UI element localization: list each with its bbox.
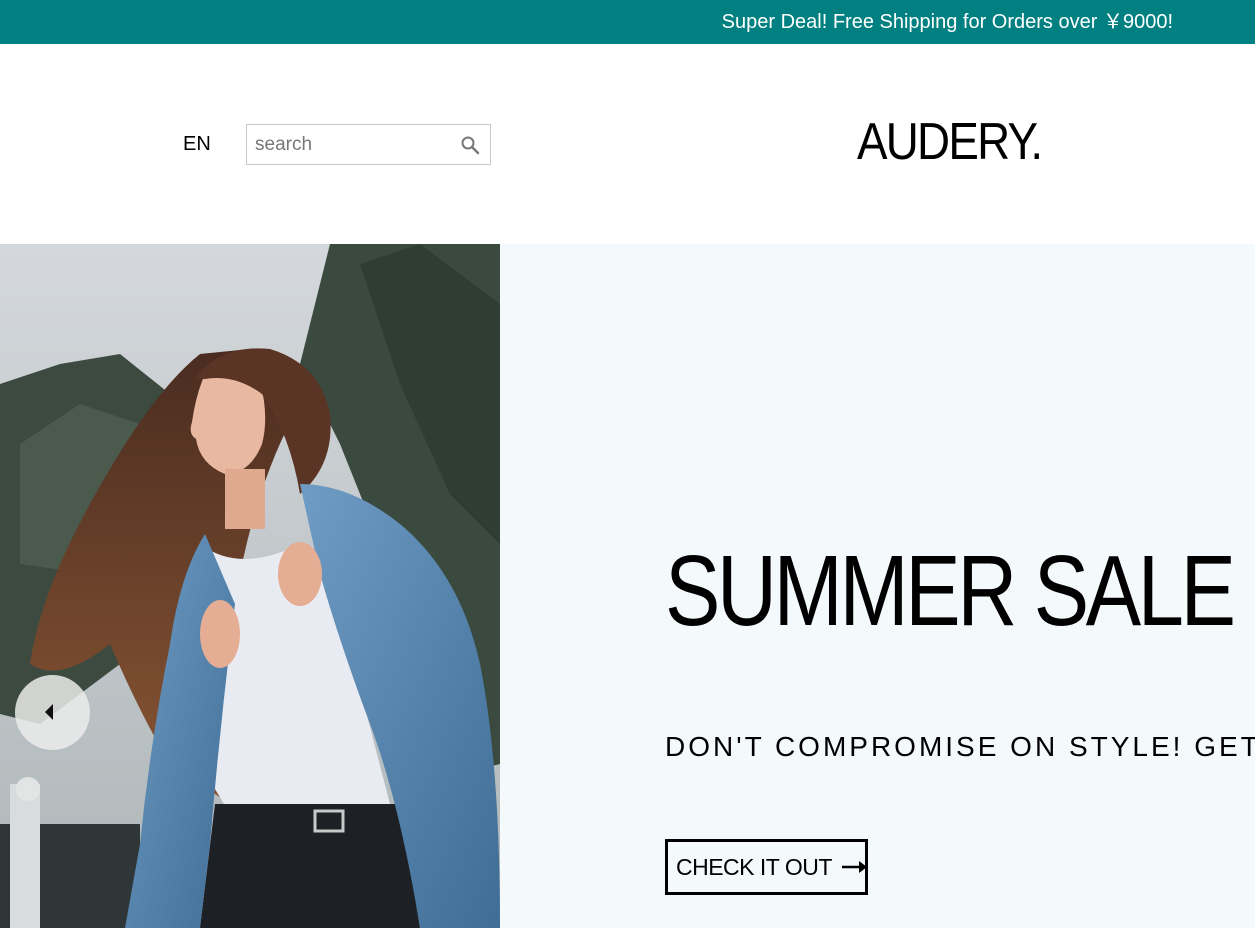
language-selector[interactable]: EN bbox=[183, 132, 211, 156]
check-it-out-button[interactable]: CHECK IT OUT bbox=[665, 839, 868, 895]
brand-logo[interactable]: AUDERY. bbox=[857, 112, 1043, 172]
check-it-out-label: CHECK IT OUT bbox=[676, 854, 832, 880]
announcement-bar: Super Deal! Free Shipping for Orders ove… bbox=[0, 0, 1255, 44]
site-header: EN AUDERY. bbox=[0, 44, 1255, 244]
hero-slider: SUMMER SALE DON'T COMPROMISE ON STYLE! G… bbox=[0, 244, 1255, 928]
announcement-text: Super Deal! Free Shipping for Orders ove… bbox=[721, 11, 1173, 33]
search-box bbox=[246, 124, 491, 165]
arrow-left-icon[interactable] bbox=[15, 675, 90, 750]
hero-image bbox=[0, 244, 500, 928]
search-input[interactable] bbox=[247, 125, 452, 164]
hero-description: DON'T COMPROMISE ON STYLE! GET FLAT 30% … bbox=[665, 731, 1255, 762]
hero-title: SUMMER SALE bbox=[665, 535, 1236, 647]
search-icon[interactable] bbox=[460, 135, 480, 155]
arrow-right-icon bbox=[842, 861, 868, 874]
